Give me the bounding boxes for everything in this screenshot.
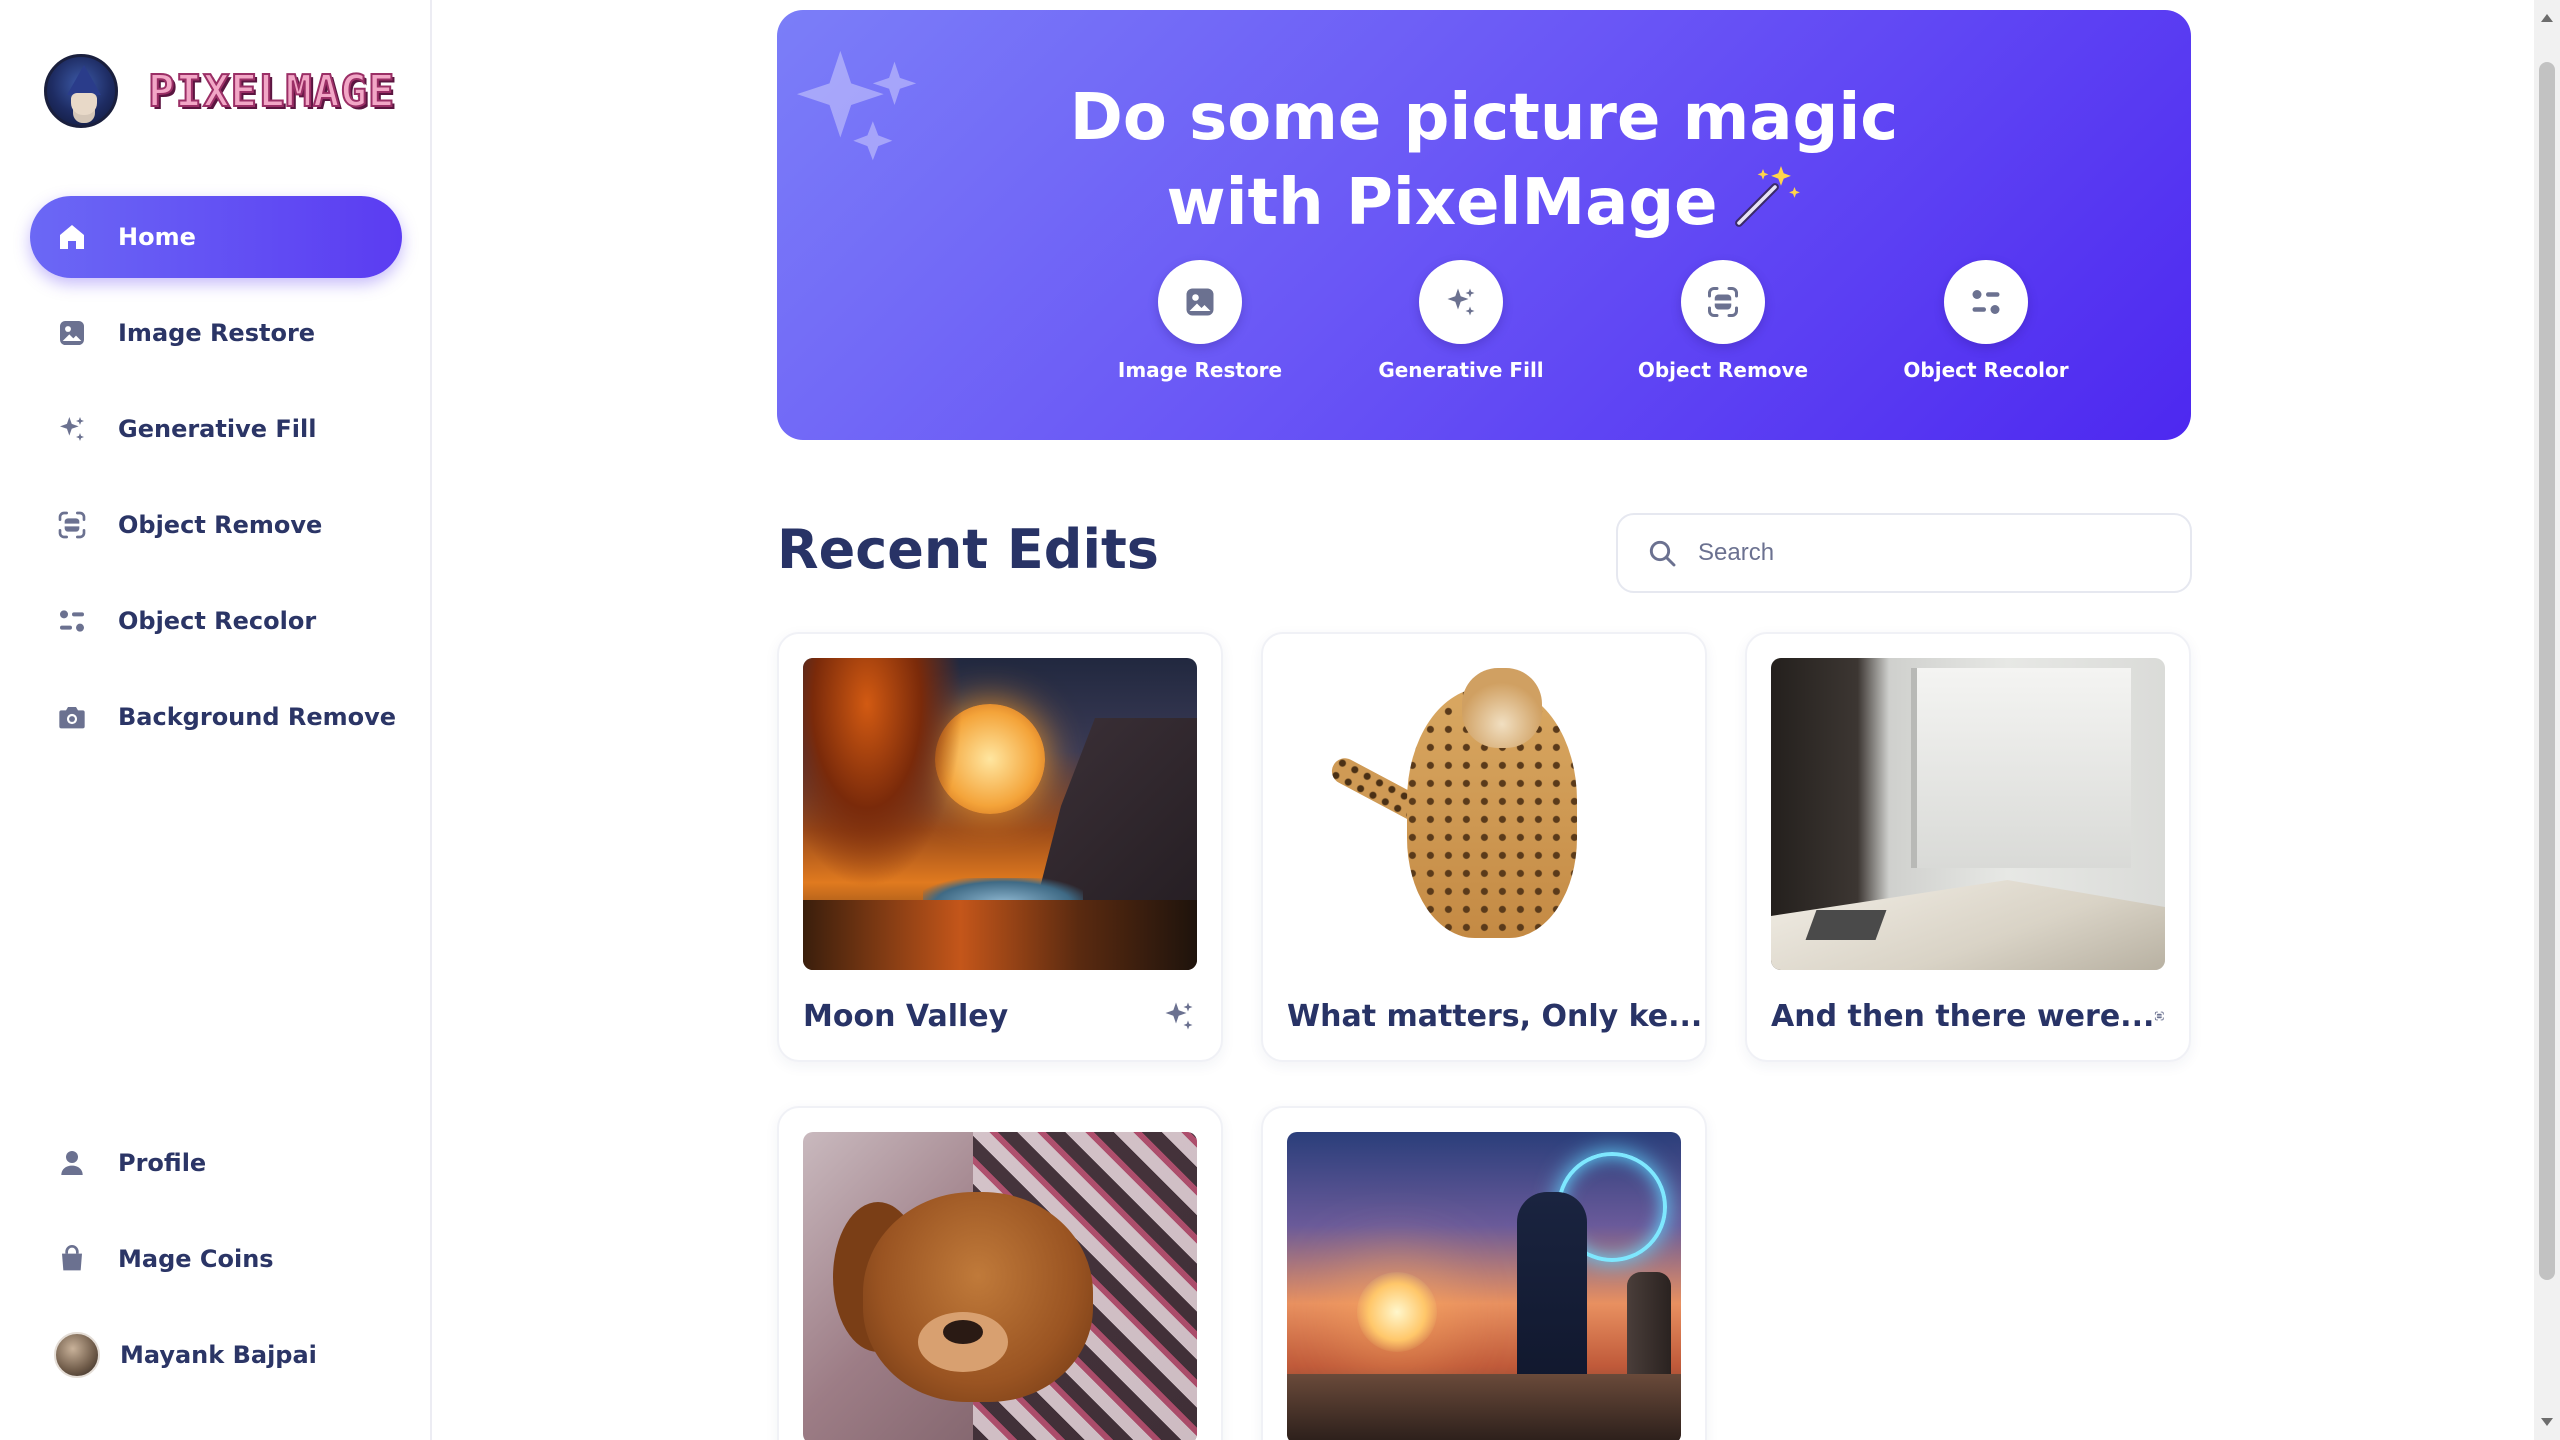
scan-icon bbox=[1708, 287, 1738, 317]
hero-action-circle bbox=[1681, 260, 1765, 344]
sidebar-item-label: Object Remove bbox=[118, 511, 323, 539]
thumb-window bbox=[1911, 668, 2131, 868]
camera-icon bbox=[56, 701, 88, 733]
hero-action-image-restore[interactable]: Image Restore bbox=[1090, 260, 1310, 382]
sidebar-item-mage-coins[interactable]: Mage Coins bbox=[30, 1218, 402, 1300]
thumb-sun bbox=[1357, 1272, 1437, 1352]
scroll-up-arrow-icon[interactable] bbox=[2541, 14, 2553, 22]
scan-icon bbox=[56, 509, 88, 541]
edit-thumbnail[interactable] bbox=[803, 658, 1197, 970]
sidebar-item-object-remove[interactable]: Object Remove bbox=[30, 484, 402, 566]
edit-card[interactable]: Moon Valley bbox=[777, 632, 1223, 1062]
scrollbar-thumb[interactable] bbox=[2539, 62, 2555, 1280]
sidebar-item-label: Mage Coins bbox=[118, 1245, 274, 1273]
brand-name: PIXELMAGE bbox=[147, 65, 396, 118]
hero-title: Do some picture magic with PixelMage bbox=[777, 76, 2191, 245]
thumb-dog-head bbox=[863, 1192, 1093, 1402]
sparkles-icon bbox=[1165, 1002, 1193, 1030]
hero-action-object-recolor[interactable]: Object Recolor bbox=[1876, 260, 2096, 382]
sidebar-item-label: Home bbox=[118, 223, 196, 251]
hero-title-line2: with PixelMage bbox=[1166, 166, 1718, 240]
thumb-ground bbox=[1287, 1374, 1681, 1440]
user-name: Mayank Bajpai bbox=[120, 1341, 317, 1369]
hero-action-circle bbox=[1419, 260, 1503, 344]
sidebar-item-profile[interactable]: Profile bbox=[30, 1122, 402, 1204]
brand[interactable]: PIXELMAGE bbox=[44, 54, 395, 128]
sidebar-item-generative-fill[interactable]: Generative Fill bbox=[30, 388, 402, 470]
hero-action-label: Image Restore bbox=[1117, 358, 1283, 382]
edit-card[interactable] bbox=[1261, 1106, 1707, 1440]
edit-card[interactable]: And then there were... bbox=[1745, 632, 2191, 1062]
card-title: And then there were... bbox=[1771, 998, 2155, 1034]
edit-thumbnail[interactable] bbox=[803, 1132, 1197, 1440]
edit-thumbnail[interactable] bbox=[1771, 658, 2165, 970]
edit-thumbnail[interactable] bbox=[1287, 1132, 1681, 1440]
search-box[interactable] bbox=[1616, 513, 2192, 593]
hero-banner: Do some picture magic with PixelMage Ima… bbox=[777, 10, 2191, 440]
sidebar-bottom: Profile Mage Coins Mayank Bajpai bbox=[30, 1122, 402, 1396]
card-meta: And then there were... bbox=[1771, 996, 2165, 1036]
hero-action-circle bbox=[1158, 260, 1242, 344]
sidebar-item-label: Background Remove bbox=[118, 703, 397, 731]
avatar bbox=[54, 1332, 100, 1378]
thumb-ground bbox=[803, 900, 1197, 970]
scan-icon bbox=[2155, 1011, 2165, 1021]
sidebar-item-image-restore[interactable]: Image Restore bbox=[30, 292, 402, 374]
hero-title-line1: Do some picture magic bbox=[1069, 81, 1899, 155]
sidebar-item-object-recolor[interactable]: Object Recolor bbox=[30, 580, 402, 662]
search-input[interactable] bbox=[1698, 539, 2158, 567]
hero-action-label: Object Recolor bbox=[1903, 358, 2069, 382]
sliders-icon bbox=[56, 605, 88, 637]
user-profile-row[interactable]: Mayank Bajpai bbox=[30, 1314, 402, 1396]
image-icon bbox=[1186, 288, 1214, 316]
hero-title-line2-wrap: with PixelMage bbox=[777, 160, 2191, 245]
thumb-cheetah-head bbox=[1462, 668, 1542, 748]
brand-logo bbox=[44, 54, 118, 128]
thumb-book-picture bbox=[1805, 910, 1887, 940]
sliders-icon bbox=[1972, 290, 2000, 314]
edit-thumbnail[interactable] bbox=[1287, 658, 1681, 970]
card-meta: Moon Valley bbox=[803, 996, 1197, 1036]
hero-action-object-remove[interactable]: Object Remove bbox=[1613, 260, 1833, 382]
bag-icon bbox=[56, 1243, 88, 1275]
sidebar-item-label: Profile bbox=[118, 1149, 207, 1177]
card-meta: What matters, Only ke... bbox=[1287, 996, 1702, 1036]
edit-card[interactable]: What matters, Only ke... bbox=[1261, 632, 1707, 1062]
search-icon bbox=[1649, 540, 1676, 567]
sidebar: PIXELMAGE Home Image Restore Generative … bbox=[0, 0, 432, 1440]
sidebar-item-label: Image Restore bbox=[118, 319, 316, 347]
image-icon bbox=[56, 317, 88, 349]
hero-action-circle bbox=[1944, 260, 2028, 344]
sparkles-icon bbox=[56, 413, 88, 445]
user-icon bbox=[56, 1147, 88, 1179]
home-icon bbox=[56, 221, 88, 253]
recent-edits-title: Recent Edits bbox=[777, 518, 1159, 581]
hero-action-label: Object Remove bbox=[1637, 358, 1809, 382]
sidebar-item-background-remove[interactable]: Background Remove bbox=[30, 676, 402, 758]
magic-wand-icon bbox=[1734, 166, 1800, 227]
card-title: Moon Valley bbox=[803, 998, 1009, 1034]
page-scrollbar[interactable] bbox=[2534, 0, 2560, 1440]
thumb-tree bbox=[803, 658, 963, 888]
hero-action-label: Generative Fill bbox=[1378, 358, 1544, 382]
thumb-dog-nose bbox=[943, 1320, 983, 1344]
card-title: What matters, Only ke... bbox=[1287, 998, 1703, 1034]
sidebar-item-label: Object Recolor bbox=[118, 607, 317, 635]
sidebar-item-home[interactable]: Home bbox=[30, 196, 402, 278]
sidebar-item-label: Generative Fill bbox=[118, 415, 317, 443]
edit-card[interactable] bbox=[777, 1106, 1223, 1440]
sparkles-icon bbox=[1447, 288, 1475, 316]
hero-action-generative-fill[interactable]: Generative Fill bbox=[1351, 260, 1571, 382]
scroll-down-arrow-icon[interactable] bbox=[2541, 1418, 2553, 1426]
sidebar-nav: Home Image Restore Generative Fill Objec… bbox=[30, 196, 402, 772]
